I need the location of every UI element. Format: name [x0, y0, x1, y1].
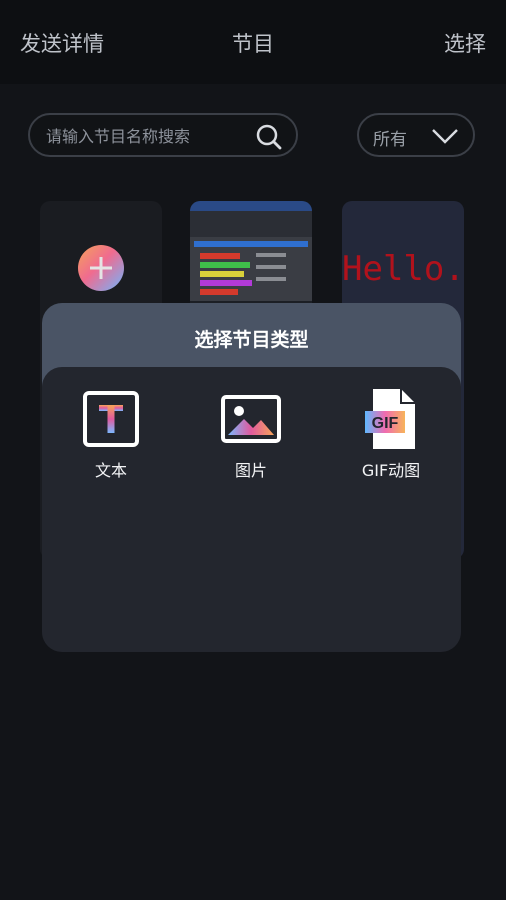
search-icon[interactable] [254, 122, 284, 152]
svg-text:GIF: GIF [372, 415, 399, 432]
hello-preview-text: Hello. [342, 249, 464, 289]
chevron-down-icon [432, 129, 458, 144]
option-gif-label: GIF动图 [361, 461, 421, 480]
top-bar: 发送详情 节目 选择 [0, 0, 506, 84]
filter-selected-value: 所有 [373, 130, 407, 150]
image-icon [221, 395, 281, 443]
program-type-dialog: 文本 图片 GIF GIF动图 [42, 367, 461, 652]
plus-icon [90, 257, 112, 279]
search-box [28, 113, 298, 157]
option-image[interactable]: 图片 [196, 387, 306, 481]
filter-dropdown[interactable]: 所有 [357, 113, 475, 157]
option-gif[interactable]: GIF GIF动图 [336, 387, 446, 481]
add-circle [78, 245, 124, 291]
search-input[interactable] [44, 123, 258, 149]
dialog-title: 选择节目类型 [194, 329, 309, 351]
send-details-button[interactable]: 发送详情 [20, 28, 104, 58]
text-type-icon [83, 391, 139, 447]
select-button[interactable]: 选择 [444, 28, 486, 58]
gif-file-icon: GIF [365, 389, 415, 449]
option-text-label: 文本 [94, 461, 127, 480]
option-text[interactable]: 文本 [56, 387, 166, 481]
option-image-label: 图片 [234, 461, 267, 480]
